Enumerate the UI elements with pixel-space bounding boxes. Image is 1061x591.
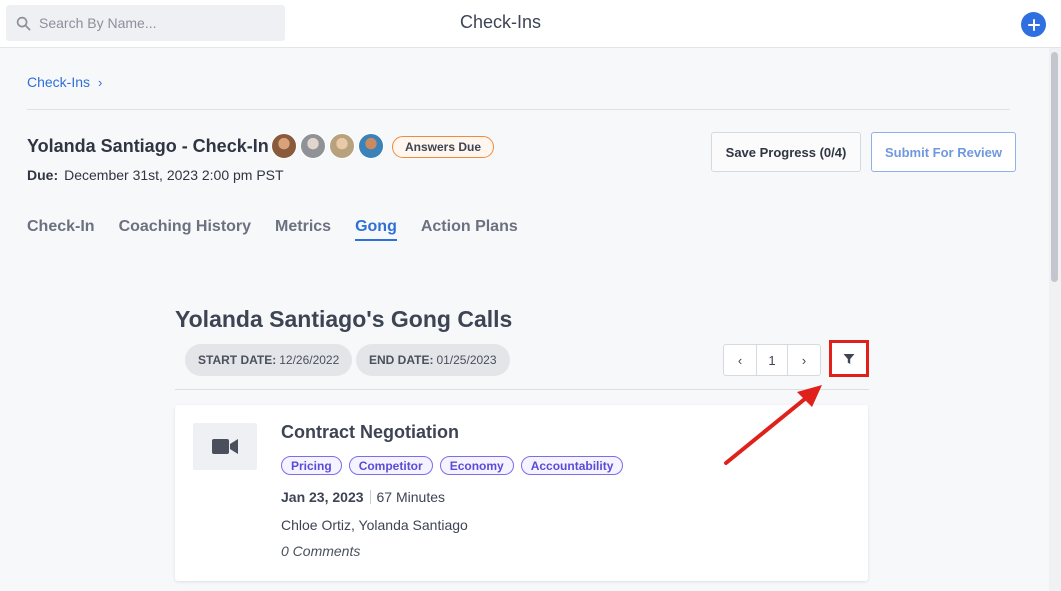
plus-icon xyxy=(1027,18,1040,31)
tag-accountability[interactable]: Accountability xyxy=(520,456,624,475)
tab-coaching-history[interactable]: Coaching History xyxy=(119,218,251,241)
filter-button[interactable] xyxy=(829,340,869,377)
tag-pricing[interactable]: Pricing xyxy=(281,456,342,475)
submit-for-review-button[interactable]: Submit For Review xyxy=(871,132,1016,172)
end-date-chip[interactable]: END DATE: 01/25/2023 xyxy=(356,344,510,376)
checkin-title: Yolanda Santiago - Check-In xyxy=(27,136,269,156)
tab-bar: Check-In Coaching History Metrics Gong A… xyxy=(27,218,518,241)
video-camera-icon xyxy=(212,439,238,454)
call-title[interactable]: Contract Negotiation xyxy=(281,422,459,443)
avatar[interactable] xyxy=(358,133,384,159)
due-value: December 31st, 2023 2:00 pm PST xyxy=(64,167,284,183)
add-button[interactable] xyxy=(1021,12,1046,37)
participant-avatars xyxy=(271,133,384,159)
start-date-value: 12/26/2022 xyxy=(279,353,340,367)
search-box[interactable] xyxy=(6,5,285,41)
divider xyxy=(175,389,869,390)
call-comments[interactable]: 0 Comments xyxy=(281,543,360,559)
prev-page-button[interactable]: ‹ xyxy=(724,345,756,375)
page-content: Check-Ins › Yolanda Santiago - Check-In … xyxy=(0,48,1049,591)
chevron-right-icon: › xyxy=(98,74,103,90)
gong-calls-title: Yolanda Santiago's Gong Calls xyxy=(175,306,513,332)
call-tags: Pricing Competitor Economy Accountabilit… xyxy=(281,456,624,475)
tag-economy[interactable]: Economy xyxy=(439,456,514,475)
tag-competitor[interactable]: Competitor xyxy=(348,456,433,475)
start-date-chip[interactable]: START DATE: 12/26/2022 xyxy=(185,344,353,376)
tab-metrics[interactable]: Metrics xyxy=(275,218,331,241)
due-label: Due: xyxy=(27,167,59,183)
due-date: Due: December 31st, 2023 2:00 pm PST xyxy=(27,167,284,183)
filter-icon xyxy=(843,353,855,364)
avatar[interactable] xyxy=(329,133,355,159)
save-progress-button[interactable]: Save Progress (0/4) xyxy=(711,132,861,172)
tab-gong[interactable]: Gong xyxy=(355,218,397,241)
status-badge: Answers Due xyxy=(392,136,495,158)
search-input[interactable] xyxy=(39,15,269,31)
next-page-button[interactable]: › xyxy=(788,345,820,375)
start-date-label: START DATE: xyxy=(198,353,277,367)
tab-check-in[interactable]: Check-In xyxy=(27,218,95,241)
tab-action-plans[interactable]: Action Plans xyxy=(421,218,518,241)
divider xyxy=(27,109,1010,110)
avatar[interactable] xyxy=(271,133,297,159)
avatar[interactable] xyxy=(300,133,326,159)
scrollbar[interactable] xyxy=(1049,48,1061,591)
call-thumbnail xyxy=(193,423,257,470)
call-duration: 67 Minutes xyxy=(376,489,445,505)
top-bar: Check-Ins xyxy=(0,0,1061,48)
call-meta: Jan 23, 2023 67 Minutes xyxy=(281,489,445,505)
separator xyxy=(369,490,371,504)
scrollbar-thumb[interactable] xyxy=(1051,52,1058,282)
end-date-label: END DATE: xyxy=(369,353,434,367)
call-date: Jan 23, 2023 xyxy=(281,489,364,505)
current-page[interactable]: 1 xyxy=(756,345,788,375)
breadcrumb-item-check-ins[interactable]: Check-Ins xyxy=(27,74,90,90)
end-date-value: 01/25/2023 xyxy=(436,353,497,367)
call-participants: Chloe Ortiz, Yolanda Santiago xyxy=(281,517,468,533)
call-card[interactable]: Contract Negotiation Pricing Competitor … xyxy=(175,405,868,581)
breadcrumb: Check-Ins › xyxy=(27,74,102,90)
page-title: Check-Ins xyxy=(460,12,542,32)
search-icon xyxy=(16,16,31,30)
pagination: ‹ 1 › xyxy=(723,344,821,376)
